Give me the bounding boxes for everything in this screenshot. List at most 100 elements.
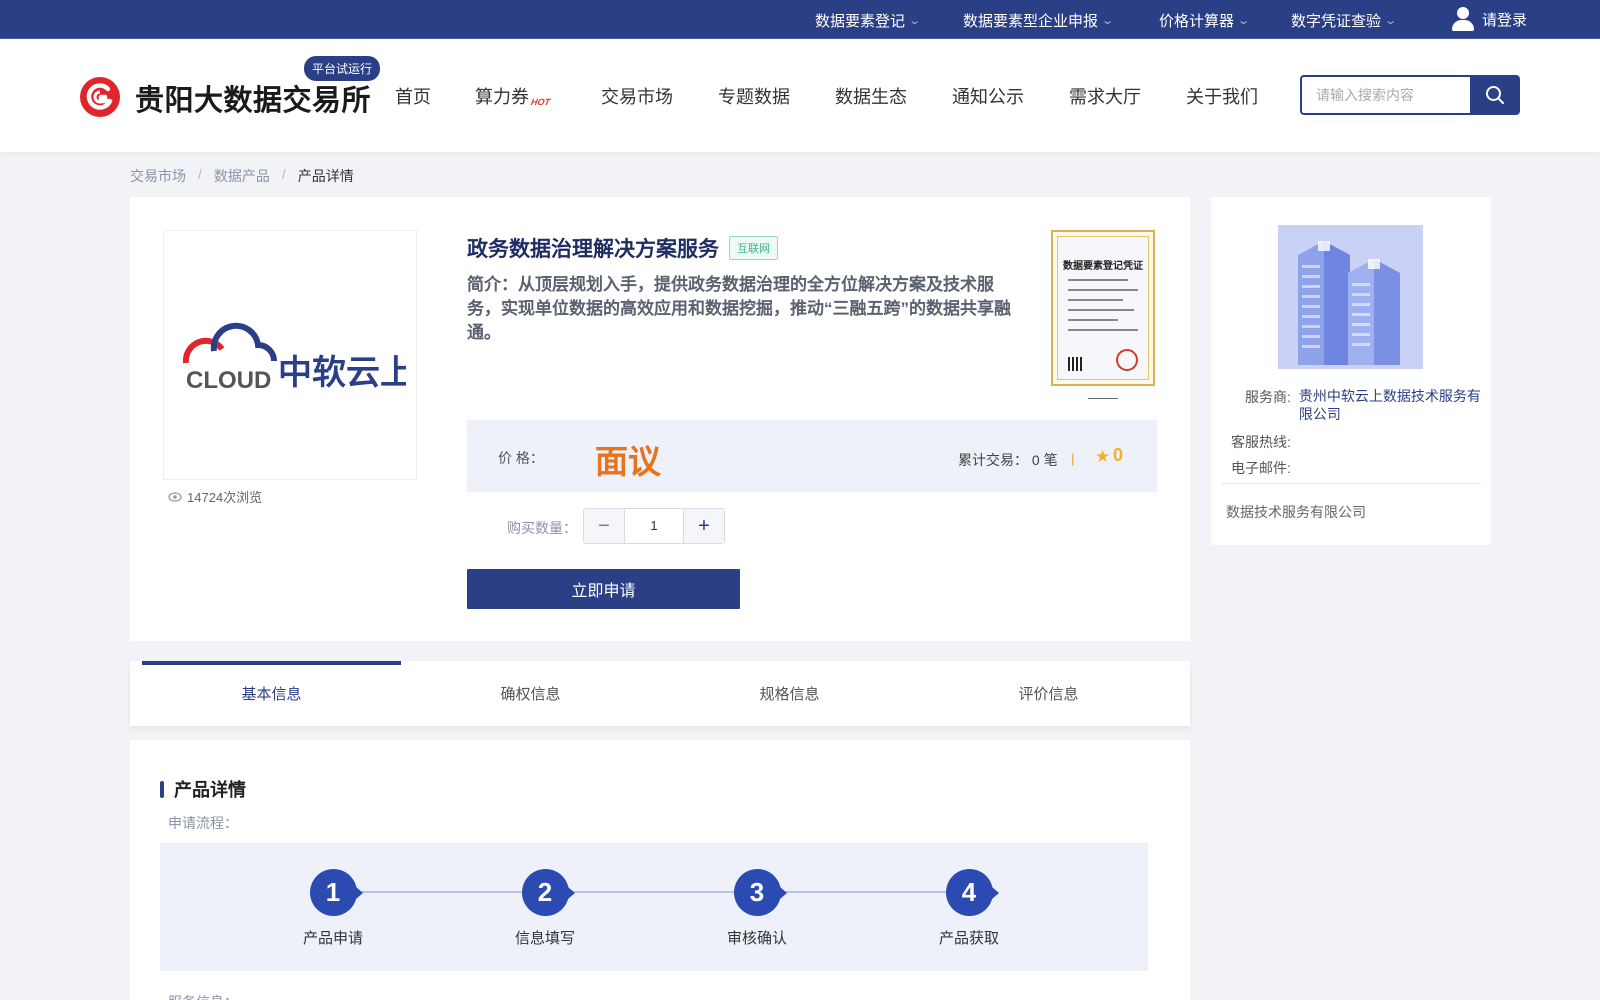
section-title-text: 产品详情 bbox=[174, 780, 246, 800]
login-button[interactable]: 请登录 bbox=[1452, 6, 1527, 32]
topbar-item-label: 数据要素登记 bbox=[815, 13, 906, 30]
step-number: 2 bbox=[521, 869, 575, 916]
plus-icon: + bbox=[698, 514, 710, 537]
logo-text-cn: 中软云上 bbox=[278, 353, 406, 393]
price-label: 价 格： bbox=[498, 450, 544, 466]
quantity-input[interactable]: 1 bbox=[624, 509, 684, 543]
process-steps: 1 产品申请 2 信息填写 3 审核确认 4 产品获取 bbox=[160, 843, 1148, 971]
breadcrumb-separator: / bbox=[281, 166, 286, 182]
provider-label: 服务商: bbox=[1245, 389, 1291, 405]
eye-icon bbox=[168, 491, 182, 502]
chevron-down-icon: ⌄ bbox=[1237, 15, 1251, 27]
search-input[interactable] bbox=[1300, 75, 1471, 115]
tab-spec-info[interactable]: 规格信息 bbox=[660, 661, 919, 726]
chevron-down-icon: ⌄ bbox=[908, 15, 922, 27]
tab-rights-info[interactable]: 确权信息 bbox=[401, 661, 660, 726]
step-label: 产品获取 bbox=[938, 930, 999, 947]
hot-badge: HOT bbox=[530, 97, 551, 107]
zhongruan-cloud-logo: CLOUD 中软云上 bbox=[182, 322, 406, 394]
process-step: 2 信息填写 bbox=[495, 869, 595, 948]
quantity-label: 购买数量： bbox=[507, 520, 577, 536]
minus-icon: − bbox=[598, 514, 610, 537]
nav-compute-voucher[interactable]: 算力券HOT bbox=[475, 83, 551, 109]
nav-data-ecosystem[interactable]: 数据生态 bbox=[835, 83, 907, 109]
process-step: 1 产品申请 bbox=[283, 869, 383, 948]
price-value: 面议 bbox=[595, 443, 661, 480]
apply-now-button[interactable]: 立即申请 bbox=[467, 569, 740, 609]
top-bar: 数据要素登记 ⌄ 数据要素型企业申报 ⌄ 价格计算器 ⌄ 数字凭证查验 ⌄ 请登… bbox=[0, 0, 1600, 39]
divider bbox=[1221, 483, 1481, 484]
breadcrumb-trading-market[interactable]: 交易市场 bbox=[130, 166, 186, 186]
product-intro: 简介：从顶层规划入手，提供政务数据治理的全方位解决方案及技术服务，实现单位数据的… bbox=[467, 275, 1011, 342]
step-label: 信息填写 bbox=[514, 930, 575, 947]
nav-topic-data[interactable]: 专题数据 bbox=[718, 83, 790, 109]
process-label: 申请流程： bbox=[168, 815, 238, 831]
certificate-title: 数据要素登记凭证 bbox=[1063, 261, 1143, 272]
official-seal-icon bbox=[1116, 349, 1138, 371]
provider-row: 服务商: 贵州中软云上数据技术服务有限公司 bbox=[1245, 387, 1485, 423]
process-step: 3 审核确认 bbox=[707, 869, 807, 948]
tab-basic-info[interactable]: 基本信息 bbox=[142, 661, 401, 726]
price-panel: 价 格： 面议 累计交易： 0 笔 | ★ 0 bbox=[467, 420, 1157, 492]
step-label: 产品申请 bbox=[302, 930, 363, 947]
industry-tag: 互联网 bbox=[729, 236, 778, 260]
registration-certificate[interactable]: 数据要素登记凭证 bbox=[1051, 230, 1155, 386]
topbar-item-enterprise-declaration[interactable]: 数据要素型企业申报 ⌄ bbox=[963, 10, 1115, 31]
quantity-stepper: − 1 + bbox=[583, 508, 725, 544]
nav-label: 算力券 bbox=[475, 87, 529, 107]
step-number: 3 bbox=[733, 869, 787, 916]
brand-name[interactable]: 贵阳大数据交易所 bbox=[135, 77, 371, 119]
increment-button[interactable]: + bbox=[684, 509, 724, 543]
tab-review-info[interactable]: 评价信息 bbox=[919, 661, 1178, 726]
decrement-button[interactable]: − bbox=[584, 509, 624, 543]
divider: | bbox=[1071, 451, 1075, 466]
hotline-row: 客服热线: bbox=[1231, 432, 1291, 452]
topbar-item-certificate-verification[interactable]: 数字凭证查验 ⌄ bbox=[1291, 10, 1398, 31]
product-logo-image: CLOUD 中软云上 bbox=[163, 230, 417, 480]
topbar-item-label: 数据要素型企业申报 bbox=[963, 13, 1099, 30]
nav-home[interactable]: 首页 bbox=[395, 83, 431, 109]
breadcrumb-data-products[interactable]: 数据产品 bbox=[214, 166, 270, 186]
user-icon bbox=[1452, 6, 1474, 32]
product-detail-section: 产品详情 申请流程： 1 产品申请 2 信息填写 3 审核确认 4 产品获取 服… bbox=[130, 740, 1190, 1000]
login-label: 请登录 bbox=[1482, 11, 1528, 29]
nav-demand-hall[interactable]: 需求大厅 bbox=[1069, 83, 1141, 109]
email-label: 电子邮件: bbox=[1231, 460, 1291, 476]
trial-badge: 平台试运行 bbox=[304, 56, 381, 81]
logo-text-en: CLOUD bbox=[186, 367, 271, 394]
view-count-label: 14724次浏览 bbox=[187, 490, 263, 505]
topbar-item-price-calculator[interactable]: 价格计算器 ⌄ bbox=[1159, 10, 1251, 31]
view-count: 14724次浏览 bbox=[168, 487, 262, 506]
nav-notices[interactable]: 通知公示 bbox=[952, 83, 1024, 109]
search-icon bbox=[1486, 86, 1504, 104]
rating-value: 0 bbox=[1113, 445, 1124, 465]
step-connector bbox=[333, 891, 969, 893]
brand-logo-icon[interactable] bbox=[79, 76, 121, 118]
product-title-text: 政务数据治理解决方案服务 bbox=[467, 238, 719, 261]
section-title: 产品详情 bbox=[160, 776, 246, 802]
provider-name-link[interactable]: 贵州中软云上数据技术服务有限公司 bbox=[1299, 387, 1485, 423]
trade-count: 累计交易： 0 笔 bbox=[958, 452, 1058, 468]
nav-trading-market[interactable]: 交易市场 bbox=[601, 83, 673, 109]
search-button[interactable] bbox=[1470, 75, 1520, 115]
step-number: 4 bbox=[945, 869, 999, 916]
process-step: 4 产品获取 bbox=[919, 869, 1019, 948]
site-header: 贵阳大数据交易所 平台试运行 首页 算力券HOT 交易市场 专题数据 数据生态 … bbox=[0, 39, 1600, 152]
topbar-item-data-registration[interactable]: 数据要素登记 ⌄ bbox=[815, 10, 922, 31]
provider-card: 服务商: 贵州中软云上数据技术服务有限公司 客服热线: 电子邮件: 数据技术服务… bbox=[1211, 197, 1491, 545]
product-card: CLOUD 中软云上 14724次浏览 政务数据治理解决方案服务 互联网 简介：… bbox=[130, 197, 1190, 641]
detail-tabs: 基本信息 确权信息 规格信息 评价信息 bbox=[130, 661, 1190, 726]
product-title: 政务数据治理解决方案服务 互联网 bbox=[467, 233, 778, 263]
step-number: 1 bbox=[309, 869, 363, 916]
hotline-label: 客服热线: bbox=[1231, 434, 1291, 450]
topbar-item-label: 数字凭证查验 bbox=[1291, 13, 1382, 30]
chevron-down-icon: ⌄ bbox=[1101, 15, 1115, 27]
nav-about-us[interactable]: 关于我们 bbox=[1186, 83, 1258, 109]
chevron-down-icon: ⌄ bbox=[1384, 15, 1398, 27]
breadcrumb-current: 产品详情 bbox=[297, 168, 354, 184]
provider-company: 数据技术服务有限公司 bbox=[1226, 504, 1366, 520]
service-info-label: 服务信息： bbox=[168, 992, 238, 1000]
provider-building-image bbox=[1278, 225, 1423, 369]
step-label: 审核确认 bbox=[726, 930, 787, 947]
breadcrumb: 交易市场 / 数据产品 / 产品详情 bbox=[130, 166, 354, 186]
